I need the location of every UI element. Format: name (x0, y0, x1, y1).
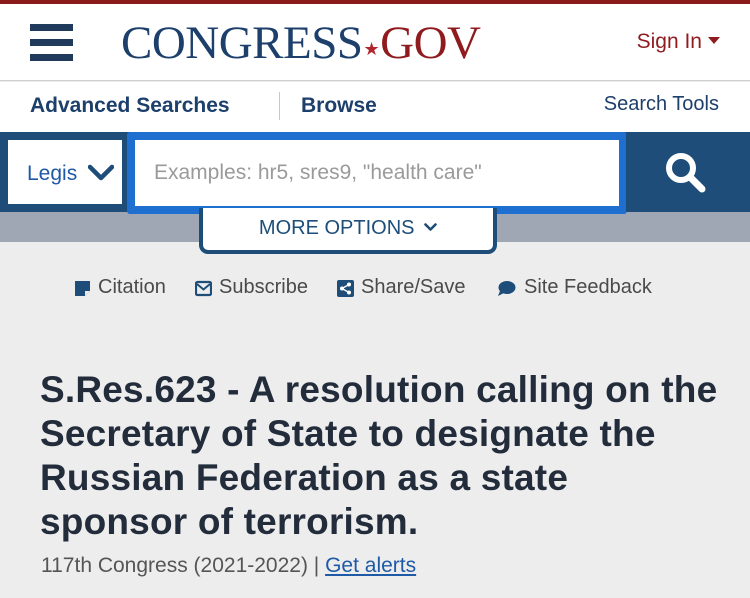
sign-in-label: Sign In (636, 30, 702, 53)
hamburger-menu-icon[interactable] (30, 24, 73, 62)
nav-divider (279, 92, 280, 120)
secondary-nav: Advanced Searches Browse Search Tools (0, 82, 750, 132)
collection-select-value: Legislation (27, 162, 77, 185)
more-options-label: MORE OPTIONS (258, 217, 415, 239)
get-alerts-link[interactable]: Get alerts (325, 554, 416, 577)
share-icon (337, 280, 354, 297)
search-tools-link[interactable]: Search Tools (604, 93, 719, 116)
more-options-toggle[interactable]: MORE OPTIONS (199, 208, 497, 254)
site-header: CONGRESS★GOV Sign In (0, 4, 750, 81)
subscribe-label: Subscribe (219, 276, 308, 298)
congress-session: 117th Congress (2021-2022) | (41, 554, 326, 577)
advanced-searches-link[interactable]: Advanced Searches (30, 94, 230, 118)
citation-label: Citation (98, 276, 166, 298)
congress-gov-logo[interactable]: CONGRESS★GOV (121, 17, 481, 69)
envelope-icon (195, 280, 212, 297)
bookmark-icon (75, 281, 90, 296)
bill-meta: 117th Congress (2021-2022) | Get alerts (41, 554, 416, 578)
search-input-focus-ring (127, 132, 627, 214)
logo-star-icon: ★ (363, 39, 380, 59)
chevron-down-icon (88, 164, 114, 181)
search-input[interactable] (135, 140, 619, 206)
chevron-down-icon (424, 223, 437, 231)
page-actions: Citation Subscribe Share/Save Site Feedb… (0, 276, 750, 306)
sign-in-button[interactable]: Sign In (637, 30, 720, 54)
speech-bubble-icon (498, 281, 516, 296)
search-icon (666, 153, 706, 193)
share-save-label: Share/Save (361, 276, 466, 298)
search-button[interactable] (626, 132, 750, 212)
site-feedback-label: Site Feedback (524, 276, 652, 298)
collection-select[interactable]: Legislation (6, 138, 124, 206)
search-bar: Legislation MORE OPTIONS (0, 132, 750, 254)
browse-link[interactable]: Browse (301, 94, 377, 118)
caret-down-icon (708, 37, 720, 44)
bill-title: S.Res.623 - A resolution calling on the … (40, 369, 718, 542)
